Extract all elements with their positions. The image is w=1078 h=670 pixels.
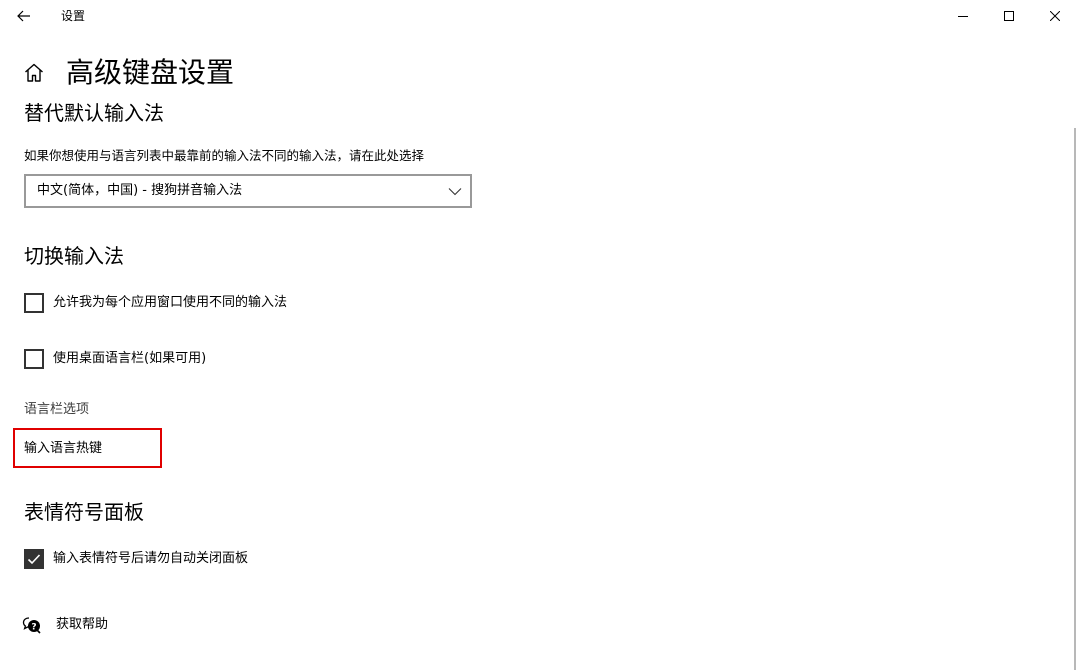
home-icon[interactable] (22, 61, 46, 85)
emoji-auto-close-label: 输入表情符号后请勿自动关闭面板 (53, 551, 249, 566)
default-input-dropdown[interactable]: 中文(简体，中国) - 搜狗拼音输入法 (24, 174, 472, 208)
help-chat-icon: ? (22, 617, 41, 634)
settings-window: 设置 高级键盘设置 替代默认输入法 如果你想使用与语言列表中最靠前的输入法不同的… (0, 0, 1078, 670)
per-app-input-option[interactable]: 允许我为每个应用窗口使用不同的输入法 (24, 293, 287, 313)
default-input-description: 如果你想使用与语言列表中最靠前的输入法不同的输入法，请在此处选择 (24, 148, 425, 163)
svg-text:?: ? (31, 622, 36, 632)
maximize-button[interactable] (986, 0, 1032, 32)
input-language-hotkeys-link[interactable]: 输入语言热键 (24, 440, 102, 458)
page-title: 高级键盘设置 (66, 56, 235, 89)
maximize-icon (1004, 11, 1014, 21)
back-arrow-icon (17, 10, 30, 22)
per-app-input-label: 允许我为每个应用窗口使用不同的输入法 (53, 295, 288, 310)
language-bar-label: 使用桌面语言栏(如果可用) (53, 351, 207, 366)
language-bar-checkbox[interactable] (24, 349, 44, 369)
title-bar: 设置 (0, 0, 1078, 32)
dropdown-selected-value: 中文(简体，中国) - 搜狗拼音输入法 (37, 183, 243, 198)
close-button[interactable] (1032, 0, 1078, 32)
language-bar-option[interactable]: 使用桌面语言栏(如果可用) (24, 349, 206, 369)
minimize-button[interactable] (940, 0, 986, 32)
scrollbar-thumb[interactable] (1074, 128, 1076, 670)
default-input-heading: 替代默认输入法 (24, 101, 164, 125)
back-button[interactable] (4, 0, 44, 32)
emoji-auto-close-checkbox[interactable] (24, 549, 44, 569)
emoji-auto-close-option[interactable]: 输入表情符号后请勿自动关闭面板 (24, 549, 248, 569)
chevron-down-icon (448, 188, 462, 196)
close-icon (1050, 11, 1060, 21)
emoji-panel-heading: 表情符号面板 (24, 500, 144, 524)
language-bar-options-link[interactable]: 语言栏选项 (24, 401, 89, 419)
checkmark-icon (27, 554, 41, 565)
per-app-input-checkbox[interactable] (24, 293, 44, 313)
minimize-icon (958, 16, 968, 17)
window-title: 设置 (61, 9, 86, 23)
get-help-label: 获取帮助 (56, 617, 109, 632)
switch-input-heading: 切换输入法 (24, 244, 124, 268)
get-help-link[interactable]: ? 获取帮助 (22, 615, 108, 635)
